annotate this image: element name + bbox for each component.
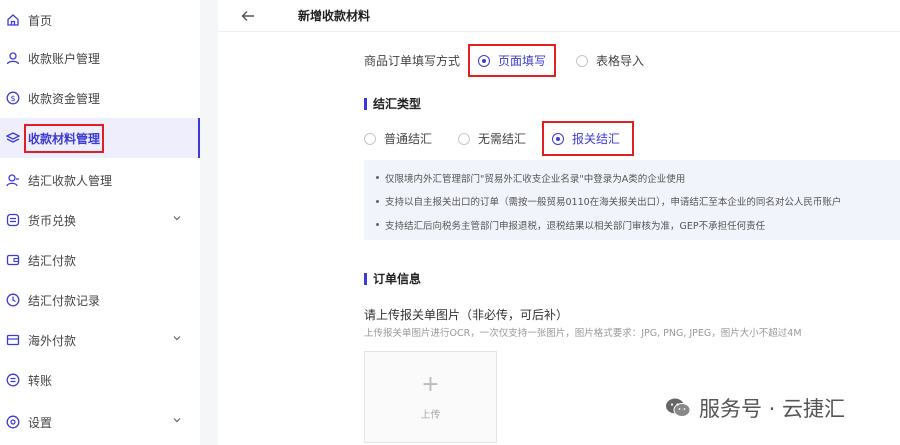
sidebar-item-label: 收款材料管理 bbox=[24, 123, 105, 153]
sidebar-item-label: 结汇付款记录 bbox=[28, 293, 101, 308]
card-icon bbox=[6, 333, 20, 347]
sidebar-item-settings[interactable]: 设置 bbox=[0, 402, 200, 442]
radio-dot bbox=[478, 54, 491, 67]
order-info-section-title: 订单信息 bbox=[364, 270, 421, 287]
sidebar-item-label: 结汇付款 bbox=[28, 253, 77, 268]
upload-title: 请上传报关单图片（非必传，可后补） bbox=[364, 308, 569, 322]
sidebar-item-label: 收款账户管理 bbox=[28, 51, 101, 66]
sidebar-item-label: 结汇收款人管理 bbox=[28, 173, 113, 188]
dollar-icon: $ bbox=[6, 91, 20, 105]
radio-no-settlement[interactable]: 无需结汇 bbox=[458, 130, 526, 147]
sidebar-item-accounts[interactable]: 收款账户管理 bbox=[0, 38, 200, 78]
radio-normal-settlement[interactable]: 普通结汇 bbox=[364, 130, 432, 147]
radio-label: 普通结汇 bbox=[384, 132, 433, 146]
radio-customs-settlement[interactable]: 报关结汇 bbox=[542, 121, 635, 156]
sidebar-item-label: 收款资金管理 bbox=[28, 91, 101, 106]
radio-label: 页面填写 bbox=[498, 54, 547, 68]
sidebar-item-payees[interactable]: 结汇收款人管理 bbox=[0, 160, 200, 200]
sidebar-item-exchange[interactable]: 货币兑换 bbox=[0, 200, 200, 240]
section-bar bbox=[364, 272, 367, 285]
svg-text:$: $ bbox=[10, 94, 15, 103]
radio-label: 无需结汇 bbox=[478, 132, 527, 146]
settings-icon bbox=[6, 415, 20, 429]
home-icon bbox=[6, 13, 20, 27]
note-item: 支持结汇后向税务主管部门申报退税，退税结果以相关部门审核为准，GEP不承担任何责… bbox=[376, 213, 900, 237]
radio-table-import[interactable]: 表格导入 bbox=[576, 52, 644, 69]
order-fill-label: 商品订单填写方式 bbox=[364, 54, 461, 68]
settlement-section-title: 结汇类型 bbox=[364, 95, 421, 112]
back-arrow-icon[interactable] bbox=[240, 8, 256, 24]
transfer-icon bbox=[6, 373, 20, 387]
section-title-text: 订单信息 bbox=[373, 272, 422, 286]
note-text: 支持结汇后向税务主管部门申报退税，退税结果以相关部门审核为准，GEP不承担任何责… bbox=[385, 220, 766, 232]
settlement-type-options: 普通结汇 无需结汇 报关结汇 bbox=[364, 121, 635, 156]
clock-icon bbox=[6, 293, 20, 307]
sidebar-item-materials[interactable]: 收款材料管理 bbox=[0, 118, 200, 158]
radio-dot bbox=[552, 132, 565, 145]
radio-label: 报关结汇 bbox=[572, 132, 621, 146]
sidebar-item-label: 海外付款 bbox=[28, 333, 77, 348]
radio-dot bbox=[458, 132, 471, 145]
sidebar-item-payment-records[interactable]: 结汇付款记录 bbox=[0, 280, 200, 320]
sidebar-item-home[interactable]: 首页 bbox=[0, 0, 200, 40]
watermark-text: 服务号 · 云捷汇 bbox=[699, 397, 846, 421]
bullet bbox=[376, 199, 379, 203]
radio-dot bbox=[364, 132, 376, 145]
sidebar-item-funds[interactable]: $ 收款资金管理 bbox=[0, 78, 200, 118]
sidebar-item-label: 设置 bbox=[28, 415, 53, 430]
plus-icon: + bbox=[421, 371, 440, 397]
chevron-down-icon[interactable] bbox=[172, 415, 182, 425]
sidebar-item-label: 货币兑换 bbox=[28, 213, 77, 228]
settlement-notes: 仅限境内外汇管理部门"贸易外汇收支企业名录"中登录为A类的企业使用 支持以自主报… bbox=[364, 160, 900, 240]
radio-label: 表格导入 bbox=[596, 54, 645, 68]
sidebar: 首页 收款账户管理 $ 收款资金管理 收款材料管理 结汇收款人管理 货币兑换 结… bbox=[0, 0, 200, 445]
radio-page-fill[interactable]: 页面填写 bbox=[468, 44, 557, 77]
chevron-down-icon[interactable] bbox=[172, 333, 182, 343]
wallet-icon bbox=[6, 253, 20, 267]
sidebar-item-transfer[interactable]: 转账 bbox=[0, 360, 200, 400]
page-title: 新增收款材料 bbox=[298, 9, 371, 23]
watermark: 服务号 · 云捷汇 bbox=[665, 393, 845, 423]
layers-icon bbox=[6, 131, 20, 145]
section-title-text: 结汇类型 bbox=[373, 97, 422, 111]
person-icon bbox=[6, 173, 20, 187]
sidebar-divider bbox=[200, 0, 218, 445]
order-fill-method: 商品订单填写方式 页面填写 表格导入 bbox=[364, 44, 644, 77]
sidebar-item-label: 首页 bbox=[28, 13, 53, 28]
upload-button[interactable]: + 上传 bbox=[364, 351, 497, 443]
exchange-icon bbox=[6, 213, 20, 227]
sidebar-item-settlement-payment[interactable]: 结汇付款 bbox=[0, 240, 200, 280]
note-text: 仅限境内外汇管理部门"贸易外汇收支企业名录"中登录为A类的企业使用 bbox=[385, 173, 686, 185]
sidebar-item-overseas[interactable]: 海外付款 bbox=[0, 320, 200, 360]
note-item: 仅限境内外汇管理部门"贸易外汇收支企业名录"中登录为A类的企业使用 bbox=[376, 166, 900, 190]
section-bar bbox=[364, 97, 367, 110]
upload-label: 上传 bbox=[420, 409, 441, 421]
upload-hint: 上传报关单图片进行OCR，一次仅支持一张图片，图片格式要求：JPG, PNG, … bbox=[364, 328, 802, 339]
radio-dot bbox=[576, 54, 589, 67]
user-icon bbox=[6, 51, 20, 65]
page-header: 新增收款材料 bbox=[218, 0, 900, 32]
main-content: 新增收款材料 商品订单填写方式 页面填写 表格导入 结汇类型 普通结汇 无需结汇… bbox=[218, 0, 900, 445]
note-text: 支持以自主报关出口的订单（需按一般贸易0110在海关报关出口），申请结汇至本企业… bbox=[385, 197, 842, 209]
sidebar-item-label: 转账 bbox=[28, 373, 53, 388]
wechat-icon bbox=[666, 398, 691, 417]
bullet bbox=[376, 176, 379, 180]
chevron-down-icon[interactable] bbox=[172, 213, 182, 223]
bullet bbox=[376, 223, 379, 227]
note-item: 支持以自主报关出口的订单（需按一般贸易0110在海关报关出口），申请结汇至本企业… bbox=[376, 190, 900, 214]
